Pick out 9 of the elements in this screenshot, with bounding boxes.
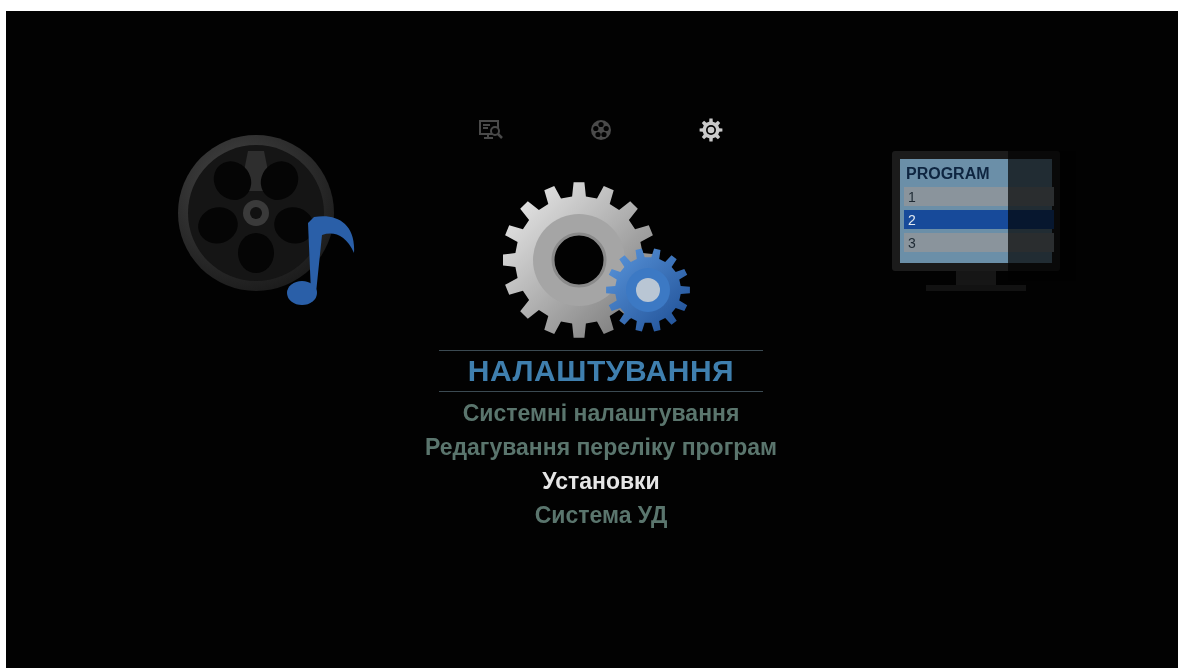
menu-item[interactable]: Системні налаштування [462, 396, 740, 430]
settings-icon [699, 118, 723, 142]
monitor-search-icon [479, 118, 503, 142]
menu-title: НАЛАШТУВАННЯ [467, 353, 735, 389]
film-reel-icon [589, 118, 613, 142]
menu-item[interactable]: Редагування переліку програм [424, 430, 778, 464]
menu-tab[interactable] [699, 118, 723, 142]
menu-item[interactable]: Установки [542, 464, 660, 498]
menu-item[interactable]: Система УД [534, 498, 668, 532]
